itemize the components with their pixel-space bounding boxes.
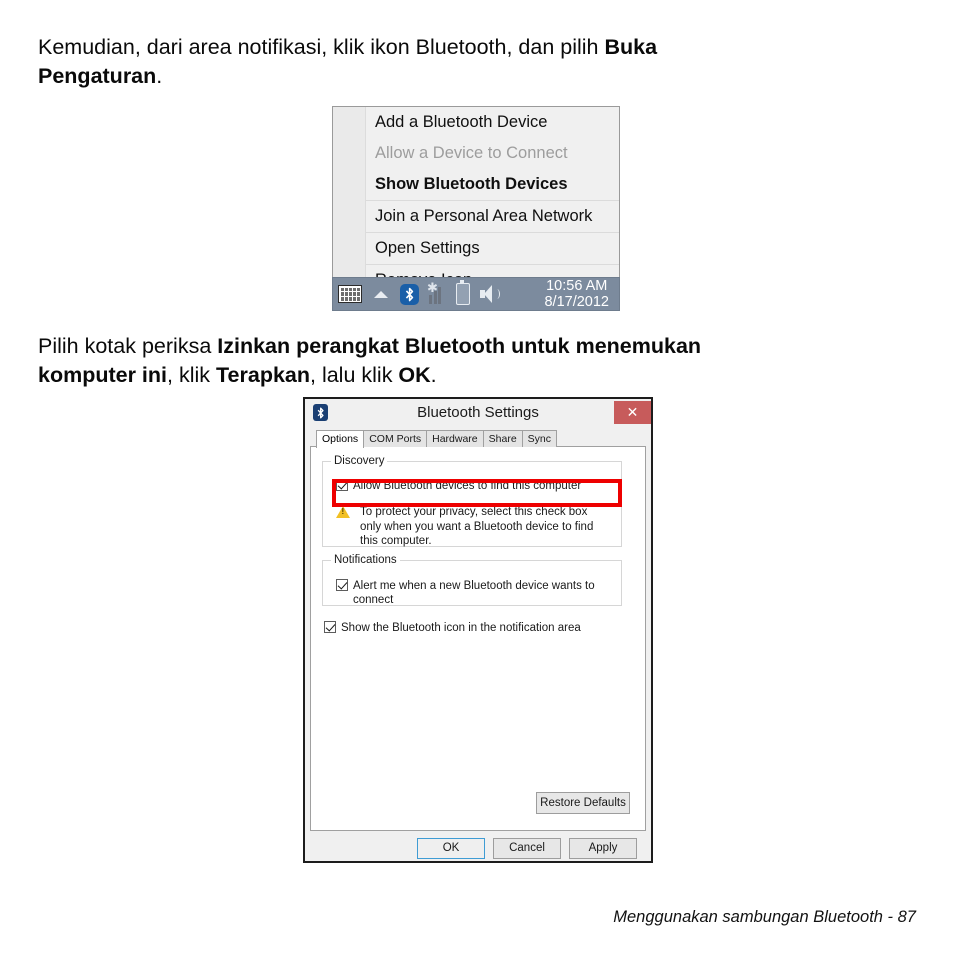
bluetooth-glyph <box>317 407 324 418</box>
bluetooth-icon[interactable] <box>400 283 419 305</box>
allow-discovery-checkbox[interactable] <box>336 479 348 491</box>
menu-gutter <box>333 107 366 296</box>
paragraph-2-bold-2: Terapkan <box>216 363 310 387</box>
paragraph-2-bold-1-cont: komputer ini <box>38 363 168 387</box>
alert-new-device-label: Alert me when a new Bluetooth device wan… <box>353 580 595 606</box>
restore-defaults-button[interactable]: Restore Defaults <box>536 792 630 814</box>
menu-item-allow-device-to-connect: Allow a Device to Connect <box>375 144 568 162</box>
close-icon[interactable]: ✕ <box>614 401 651 424</box>
paragraph-2-seg-3: , lalu klik <box>310 363 399 387</box>
menu-body: Add a Bluetooth Device Allow a Device to… <box>333 107 619 296</box>
notifications-group-label: Notifications <box>331 554 400 566</box>
battery-icon[interactable] <box>455 280 470 305</box>
privacy-warning-row: To protect your privacy, select this che… <box>336 505 608 549</box>
signal-asterisk: ✱ <box>427 279 438 295</box>
alert-new-device-checkbox[interactable] <box>336 579 348 591</box>
wireless-signal-icon[interactable]: ✱ <box>427 279 446 304</box>
bluetooth-settings-dialog[interactable]: Bluetooth Settings ✕ Options COM Ports H… <box>303 397 653 863</box>
paragraph-2-line-2: komputer ini, klik Terapkan, lalu klik O… <box>38 361 916 390</box>
menu-item-show-bluetooth-devices[interactable]: Show Bluetooth Devices <box>365 169 619 200</box>
discovery-groupbox: Discovery Allow Bluetooth devices to fin… <box>322 455 622 549</box>
warning-icon <box>336 506 350 518</box>
dialog-footer-buttons: OK Cancel Apply <box>310 831 646 859</box>
bluetooth-tray-context-menu[interactable]: Add a Bluetooth Device Allow a Device to… <box>332 106 620 297</box>
speaker-icon[interactable] <box>479 285 500 303</box>
tab-hardware[interactable]: Hardware <box>426 430 484 447</box>
tab-share[interactable]: Share <box>482 430 523 447</box>
paragraph-1-suffix: . <box>156 64 163 88</box>
paragraph-1-line-2: Pengaturan. <box>38 62 916 91</box>
options-tab-panel: Discovery Allow Bluetooth devices to fin… <box>310 447 646 831</box>
tab-com-ports[interactable]: COM Ports <box>363 430 428 447</box>
paragraph-2-seg-4: . <box>430 363 437 387</box>
tray-icon-group: ✱ <box>333 279 500 305</box>
menu-group-devices: Add a Bluetooth Device Allow a Device to… <box>365 107 619 200</box>
show-tray-icon-label: Show the Bluetooth icon in the notificat… <box>341 622 581 634</box>
paragraph-1-bold-1: Buka <box>604 35 658 59</box>
show-tray-icon-checkbox[interactable] <box>324 621 336 633</box>
menu-item-open-settings[interactable]: Open Settings <box>365 233 619 264</box>
menu-item-join-personal-area-network[interactable]: Join a Personal Area Network <box>365 201 619 232</box>
show-tray-icon-checkbox-row[interactable]: Show the Bluetooth icon in the notificat… <box>324 621 581 635</box>
privacy-warning-text: To protect your privacy, select this che… <box>360 506 594 547</box>
dialog-titlebar[interactable]: Bluetooth Settings ✕ <box>305 399 651 426</box>
keyboard-icon[interactable] <box>338 285 362 303</box>
menu-item-add-bluetooth-device[interactable]: Add a Bluetooth Device <box>365 107 619 138</box>
dialog-title: Bluetooth Settings <box>417 404 539 421</box>
paragraph-2-bold-3: OK <box>398 363 431 387</box>
paragraph-2-bold-1: Izinkan perangkat Bluetooth untuk menemu… <box>217 334 702 358</box>
ok-button[interactable]: OK <box>417 838 485 859</box>
dialog-client-area: Options COM Ports Hardware Share Sync Di… <box>305 426 651 864</box>
allow-discovery-label: Allow Bluetooth devices to find this com… <box>353 480 582 492</box>
paragraph-2-seg-1: Pilih kotak periksa <box>38 334 218 358</box>
windows-taskbar-notification-area[interactable]: ✱ 10:56 AM 8/17/2012 <box>332 277 620 311</box>
chevron-up-icon[interactable] <box>374 290 388 298</box>
instruction-paragraph-1: Kemudian, dari area notifikasi, klik iko… <box>38 33 916 91</box>
apply-button[interactable]: Apply <box>569 838 637 859</box>
bluetooth-glyph <box>405 287 413 301</box>
paragraph-1-bold-2: Pengaturan <box>38 64 157 88</box>
cancel-button[interactable]: Cancel <box>493 838 561 859</box>
alert-new-device-checkbox-row[interactable]: Alert me when a new Bluetooth device wan… <box>336 579 621 607</box>
tab-sync[interactable]: Sync <box>521 430 558 447</box>
bluetooth-icon <box>313 404 328 421</box>
page-footer: Menggunakan sambungan Bluetooth - 87 <box>613 908 916 926</box>
allow-discovery-checkbox-row[interactable]: Allow Bluetooth devices to find this com… <box>336 479 581 493</box>
clock-date: 8/17/2012 <box>544 294 609 310</box>
dialog-tabstrip[interactable]: Options COM Ports Hardware Share Sync <box>310 429 646 448</box>
discovery-group-label: Discovery <box>331 455 388 467</box>
clock-time: 10:56 AM <box>546 278 608 294</box>
taskbar-clock[interactable]: 10:56 AM 8/17/2012 <box>544 278 619 310</box>
tab-options[interactable]: Options <box>316 430 365 448</box>
instruction-paragraph-2: Pilih kotak periksa Izinkan perangkat Bl… <box>38 332 916 390</box>
paragraph-1-text: Kemudian, dari area notifikasi, klik iko… <box>38 35 605 59</box>
notifications-groupbox: Notifications Alert me when a new Blueto… <box>322 554 622 607</box>
paragraph-2-seg-2: , klik <box>167 363 216 387</box>
